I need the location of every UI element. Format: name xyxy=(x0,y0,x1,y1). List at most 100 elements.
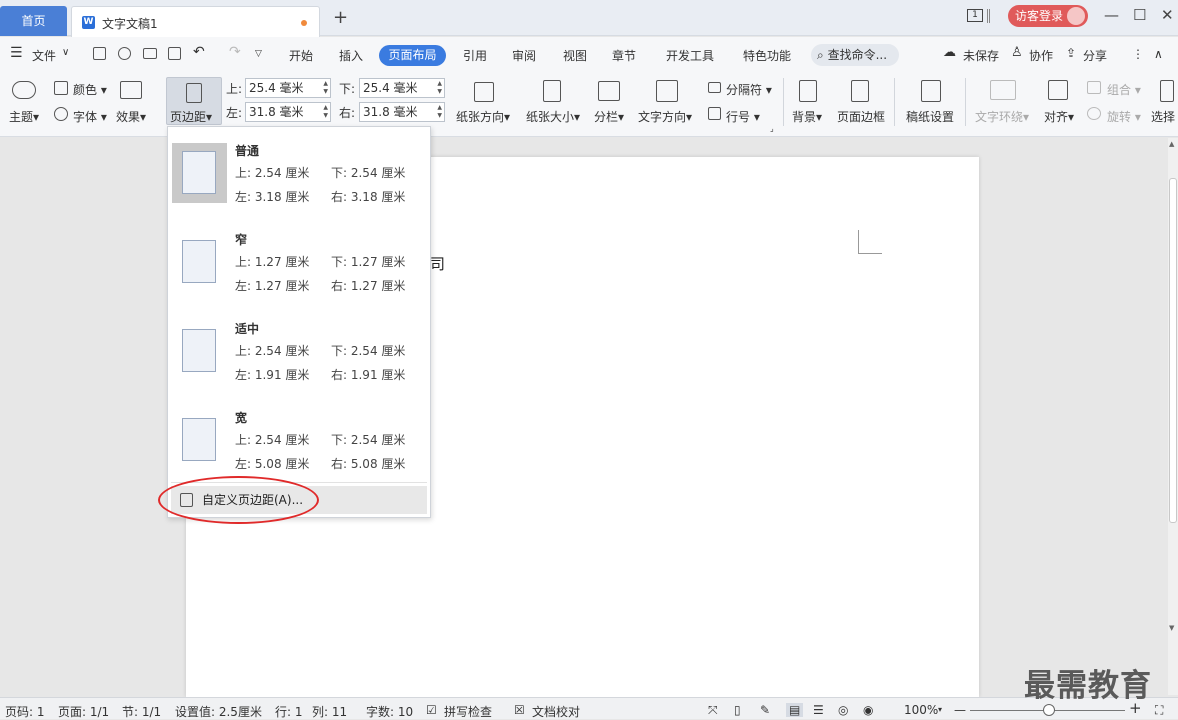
margin-option-moderate[interactable]: 适中 上: 2.54 厘米 下: 2.54 厘米 左: 1.91 厘米 右: 1… xyxy=(168,315,430,403)
unsaved-status[interactable]: 未保存 xyxy=(963,47,999,64)
collapse-ribbon-icon[interactable]: ∧ xyxy=(1154,47,1163,61)
margin-button[interactable]: 页边距▾ xyxy=(166,77,222,125)
menu-file[interactable]: 文件 xyxy=(32,47,56,64)
line-number-button[interactable]: 行号 ▾ xyxy=(726,108,760,125)
login-button[interactable]: 访客登录 xyxy=(1008,5,1088,27)
page-border-icon[interactable] xyxy=(851,80,869,102)
manuscript-icon[interactable] xyxy=(921,80,941,102)
outline-view-icon[interactable]: ☰ xyxy=(813,703,824,717)
rotate-icon[interactable] xyxy=(1087,107,1101,120)
select-pane-icon[interactable] xyxy=(1160,80,1174,102)
menu-page-layout[interactable]: 页面布局 xyxy=(379,45,446,66)
status-words[interactable]: 字数: 10 xyxy=(366,703,413,720)
effect-button[interactable]: 效果▾ xyxy=(116,108,146,125)
share-button[interactable]: 分享 xyxy=(1083,47,1107,64)
save-icon[interactable] xyxy=(93,47,106,60)
zoom-level[interactable]: 100% xyxy=(904,703,938,717)
group-button[interactable]: 组合 ▾ xyxy=(1107,81,1141,98)
menu-chapter[interactable]: 章节 xyxy=(612,47,636,64)
maximize-button[interactable]: ☐ xyxy=(1133,6,1146,24)
page-setup-launcher-icon[interactable]: ⌟ xyxy=(770,124,774,133)
add-tab-button[interactable]: + xyxy=(333,8,348,28)
paper-size-button[interactable]: 纸张大小▾ xyxy=(526,108,580,125)
menu-review[interactable]: 审阅 xyxy=(512,47,536,64)
fullscreen-icon[interactable]: ⤧ xyxy=(708,703,718,718)
spell-check-button[interactable]: 拼写检查 xyxy=(444,703,492,720)
background-button[interactable]: 背景▾ xyxy=(792,108,822,125)
select-pane-button[interactable]: 选择 xyxy=(1151,108,1175,125)
status-page-code[interactable]: 页码: 1 xyxy=(5,703,45,720)
menu-view[interactable]: 视图 xyxy=(563,47,587,64)
zoom-out-button[interactable]: — xyxy=(954,703,966,717)
menu-reference[interactable]: 引用 xyxy=(463,47,487,64)
vertical-scrollbar[interactable]: ▲ ▼ xyxy=(1168,138,1178,695)
fit-page-icon[interactable]: ⛶ xyxy=(1155,703,1163,718)
minimize-button[interactable]: — xyxy=(1104,6,1119,24)
spell-check-icon[interactable]: ☑ xyxy=(426,703,437,717)
font-icon[interactable] xyxy=(54,107,68,121)
right-margin-input[interactable]: 31.8 毫米 ▲ ▼ xyxy=(359,102,445,122)
close-button[interactable]: ✕ xyxy=(1161,6,1174,24)
text-direction-button[interactable]: 文字方向▾ xyxy=(638,108,692,125)
quick-access-dropdown-icon[interactable]: ▽ xyxy=(255,49,262,59)
read-mode-icon[interactable]: ▯ xyxy=(734,703,741,717)
status-section[interactable]: 节: 1/1 xyxy=(122,703,161,720)
text-wrap-button[interactable]: 文字环绕▾ xyxy=(975,108,1029,125)
tab-home[interactable]: 首页 xyxy=(0,6,67,36)
columns-button[interactable]: 分栏▾ xyxy=(594,108,624,125)
orientation-icon[interactable] xyxy=(474,82,494,102)
palette-icon[interactable] xyxy=(12,81,36,99)
print-icon[interactable] xyxy=(143,48,157,59)
status-setting[interactable]: 设置值: 2.5厘米 xyxy=(175,703,262,720)
print-preview-icon[interactable] xyxy=(168,47,181,60)
theme-button[interactable]: 主题▾ xyxy=(9,108,39,125)
margin-option-normal[interactable]: 普通 上: 2.54 厘米 下: 2.54 厘米 左: 3.18 厘米 右: 3… xyxy=(168,137,430,225)
eye-protection-icon[interactable]: ◉ xyxy=(863,703,873,717)
collaborate-button[interactable]: 协作 xyxy=(1029,47,1053,64)
effect-icon[interactable] xyxy=(120,81,142,99)
status-row[interactable]: 行: 1 xyxy=(275,703,303,720)
bottom-margin-input[interactable]: 25.4 毫米 ▲ ▼ xyxy=(359,78,445,98)
font-button[interactable]: 字体 ▾ xyxy=(73,108,107,125)
left-margin-input[interactable]: 31.8 毫米 ▲ ▼ xyxy=(245,102,331,122)
chevron-down-icon[interactable]: ∨ xyxy=(62,47,69,58)
manuscript-button[interactable]: 稿纸设置 xyxy=(906,108,954,125)
window-list-icon[interactable]: 1 xyxy=(967,9,983,22)
separator-icon[interactable] xyxy=(708,82,721,93)
text-direction-icon[interactable] xyxy=(656,80,678,102)
pen-icon[interactable]: ✎ xyxy=(760,703,770,717)
document-text[interactable]: 司 xyxy=(430,253,445,274)
tab-document[interactable]: W 文字文稿1 xyxy=(71,6,320,37)
scrollbar-thumb[interactable] xyxy=(1169,178,1177,523)
redo-icon[interactable]: ↷ xyxy=(229,44,241,60)
more-icon[interactable]: ⋮ xyxy=(1132,47,1144,61)
menu-insert[interactable]: 插入 xyxy=(339,47,363,64)
status-page[interactable]: 页面: 1/1 xyxy=(58,703,109,720)
top-margin-input[interactable]: 25.4 毫米 ▲ ▼ xyxy=(245,78,331,98)
background-icon[interactable] xyxy=(799,80,817,102)
margin-option-narrow[interactable]: 窄 上: 1.27 厘米 下: 1.27 厘米 左: 1.27 厘米 右: 1.… xyxy=(168,226,430,314)
text-wrap-icon[interactable] xyxy=(990,80,1016,100)
hamburger-icon[interactable]: ☰ xyxy=(10,45,23,61)
group-icon[interactable] xyxy=(1087,81,1101,94)
orientation-button[interactable]: 纸张方向▾ xyxy=(456,108,510,125)
page-border-button[interactable]: 页面边框 xyxy=(837,108,885,125)
web-view-icon[interactable]: ◎ xyxy=(838,703,848,717)
sidebar-toggle-icon[interactable] xyxy=(987,9,990,23)
line-number-icon[interactable] xyxy=(708,107,721,120)
undo-icon[interactable]: ↶ xyxy=(193,44,205,60)
status-col[interactable]: 列: 11 xyxy=(312,703,347,720)
menu-start[interactable]: 开始 xyxy=(289,47,313,64)
command-search[interactable]: ⌕ 查找命令... xyxy=(811,44,899,66)
zoom-dropdown-icon[interactable]: ▾ xyxy=(938,705,942,714)
columns-icon[interactable] xyxy=(598,81,620,101)
proof-button[interactable]: 文档校对 xyxy=(532,703,580,720)
menu-features[interactable]: 特色功能 xyxy=(743,47,791,64)
proof-icon[interactable]: ☒ xyxy=(514,703,525,717)
paper-size-icon[interactable] xyxy=(543,80,561,102)
format-painter-icon[interactable] xyxy=(118,47,131,60)
zoom-slider-knob[interactable] xyxy=(1043,704,1055,716)
align-button[interactable]: 对齐▾ xyxy=(1044,108,1074,125)
page-view-icon[interactable]: ▤ xyxy=(786,703,804,717)
menu-developer[interactable]: 开发工具 xyxy=(666,47,714,64)
